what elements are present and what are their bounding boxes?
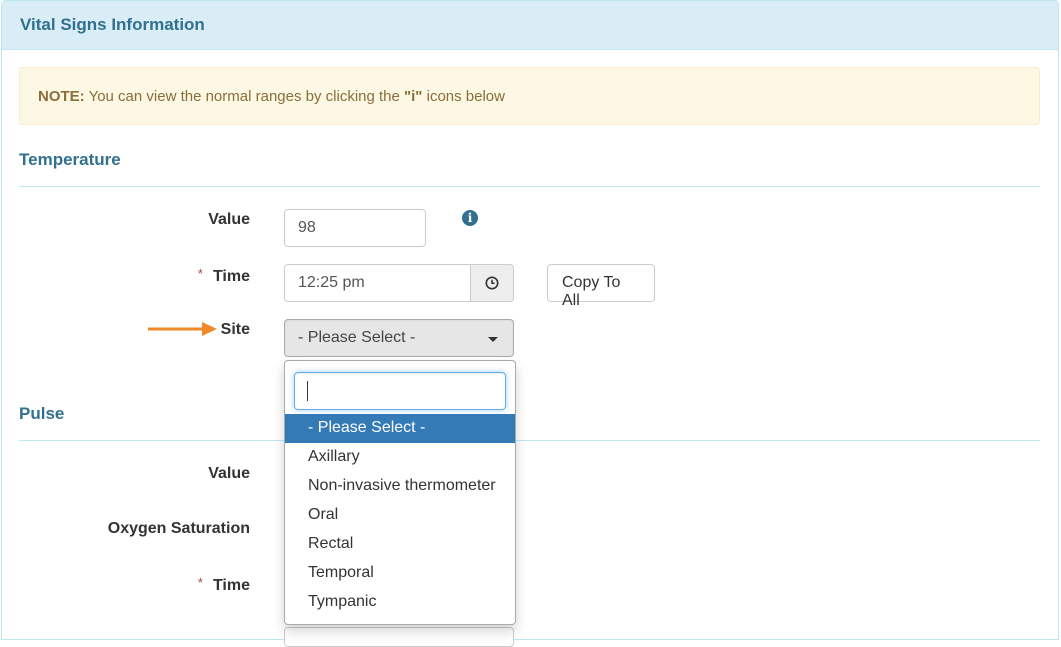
copy-to-all-button[interactable]: Copy To All xyxy=(547,264,655,309)
site-select-value: - Please Select - xyxy=(298,329,416,346)
temperature-value-label: Value xyxy=(208,211,250,228)
site-dropdown: - Please Select - Axillary Non-invasive … xyxy=(284,360,516,625)
temperature-time-label: * Time xyxy=(198,266,250,286)
note-prefix: NOTE: xyxy=(38,88,85,105)
temperature-site-label: Site xyxy=(220,321,250,338)
site-search-input[interactable] xyxy=(294,372,506,410)
note-text-after: icons below xyxy=(422,88,505,105)
site-option[interactable]: Non-invasive thermometer xyxy=(285,472,515,501)
pulse-value-label: Value xyxy=(208,465,250,482)
site-option[interactable]: Rectal xyxy=(285,530,515,559)
required-asterisk: * xyxy=(197,266,203,281)
site-options-list: - Please Select - Axillary Non-invasive … xyxy=(285,414,515,617)
panel-title: Vital Signs Information xyxy=(2,1,1058,50)
chevron-down-icon xyxy=(488,337,498,342)
pulse-next-control[interactable] xyxy=(284,627,514,647)
clock-icon xyxy=(485,276,499,290)
text-cursor xyxy=(307,381,308,401)
site-option[interactable]: Oral xyxy=(285,501,515,530)
site-option[interactable]: - Please Select - xyxy=(285,414,515,443)
pulse-section-title: Pulse xyxy=(19,404,1040,441)
info-circle-icon[interactable]: i xyxy=(462,210,478,226)
temperature-section-title: Temperature xyxy=(19,150,1040,187)
pulse-time-label: * Time xyxy=(198,575,250,595)
site-option[interactable]: Temporal xyxy=(285,559,515,588)
note-alert: NOTE: You can view the normal ranges by … xyxy=(19,67,1040,125)
clock-button[interactable] xyxy=(470,264,514,302)
note-text-before: You can view the normal ranges by clicki… xyxy=(84,88,405,105)
temperature-time-text: Time xyxy=(212,268,250,285)
required-asterisk: * xyxy=(197,575,203,590)
oxygen-saturation-label: Oxygen Saturation xyxy=(107,520,250,537)
note-highlight: "i" xyxy=(404,88,423,105)
temperature-value-input[interactable]: 98 xyxy=(284,209,426,247)
temperature-time-input[interactable]: 12:25 pm xyxy=(284,264,471,302)
site-option[interactable]: Tympanic xyxy=(285,588,515,617)
orange-arrow-icon xyxy=(148,322,217,336)
site-option[interactable]: Axillary xyxy=(285,443,515,472)
pulse-time-text: Time xyxy=(212,577,250,594)
site-select[interactable]: - Please Select - xyxy=(284,319,514,357)
